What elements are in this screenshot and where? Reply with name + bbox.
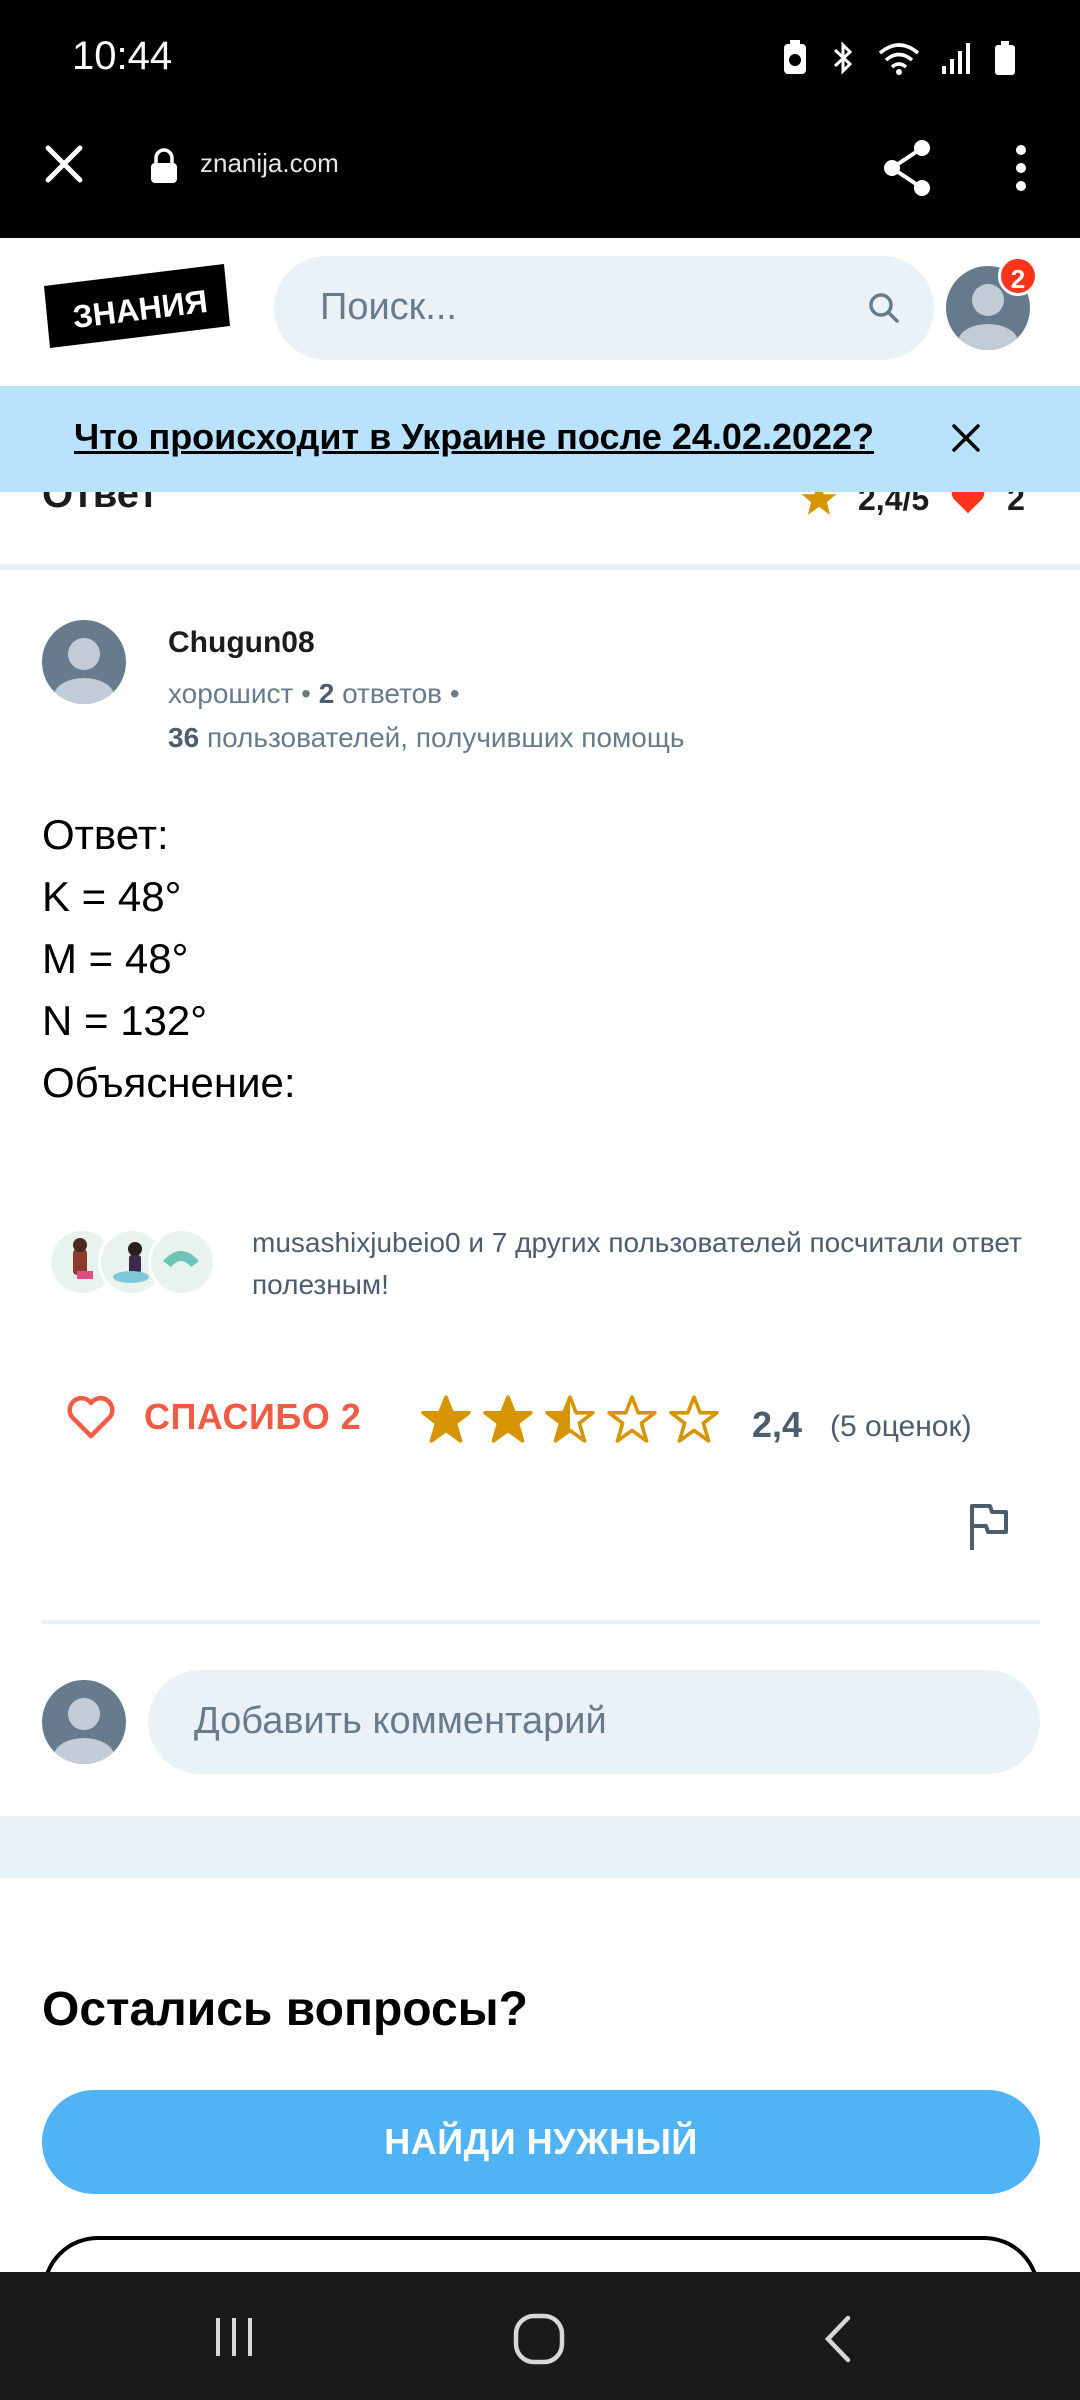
author-helped: 36 пользователей, получивших помощь [168,722,684,754]
home-icon [513,2313,565,2365]
divider [42,1620,1040,1624]
star-icon[interactable] [606,1394,658,1449]
bluetooth-icon [830,40,856,81]
recent-apps-button[interactable] [210,2312,260,2367]
comment-placeholder: Добавить комментарий [194,1700,607,1742]
star-icon[interactable] [482,1394,534,1449]
user-icon [54,638,114,704]
dot-separator: • [301,678,319,709]
flag-icon [970,1504,1008,1550]
recent-apps-icon [216,2318,252,2356]
author-rank: хорошист [168,678,294,709]
wifi-icon [878,41,920,80]
close-icon [952,424,980,452]
back-icon [824,2315,851,2363]
thanks-label: СПАСИБО 2 [144,1396,362,1437]
answer-line: N = 132° [42,997,208,1044]
heart-outline-icon [67,1395,115,1439]
banner-link[interactable]: Что происходит в Украине после 24.02.202… [74,416,874,458]
comment-user-avatar [42,1680,126,1764]
status-time: 10:44 [72,34,173,78]
author-avatar[interactable] [42,620,126,704]
helped-count: 36 [168,722,200,753]
author-meta: хорошист • 2 ответов • [168,678,460,710]
helped-label: пользователей, получивших помощь [206,722,685,753]
answer-line: Ответ: [42,811,169,858]
thanks-button[interactable]: СПАСИБО 2 [66,1394,361,1440]
battery-saver-icon [782,40,808,81]
status-bar: 10:44 [0,0,1080,118]
answer-title: Ответ [42,492,159,516]
star-icon[interactable] [544,1394,596,1449]
helpful-users-avatars [48,1228,228,1298]
battery-icon [994,40,1016,81]
close-tab-button[interactable] [42,142,86,186]
header-likes-value: 2 [1007,492,1025,517]
rating-value: 2,4 [752,1404,803,1445]
helper-avatar [148,1228,216,1296]
header-rating-value: 2,4/5 [858,492,930,517]
answer-header: Ответ 2,4/5 2 [0,492,1080,562]
answer-line: K = 48° [42,873,182,920]
more-vertical-icon [1016,145,1026,191]
home-button[interactable] [512,2312,566,2371]
report-button[interactable] [966,1502,1010,1557]
heart-icon [952,492,985,514]
helpful-text: musashixjubeio0 и 7 других пользователей… [252,1227,1022,1300]
system-nav-bar [0,2272,1080,2400]
share-icon [884,140,930,196]
browser-toolbar: znanija.com [0,118,1080,238]
user-icon [54,1698,114,1764]
rating-stars[interactable] [420,1394,720,1449]
system-icons [782,40,1016,81]
divider [0,564,1080,570]
lock-icon [148,148,180,189]
answer-line: Объяснение: [42,1059,296,1106]
search-bar[interactable]: Поиск... [274,256,934,360]
more-options-button[interactable] [1006,136,1036,205]
find-button[interactable]: НАЙДИ НУЖНЫЙ [42,2090,1040,2194]
notification-badge: 2 [998,256,1038,296]
ukraine-banner: Что происходит в Украине после 24.02.202… [0,386,1080,492]
star-icon[interactable] [668,1394,720,1449]
star-icon [801,492,837,515]
banner-close-button[interactable] [950,422,982,459]
answer-body: Ответ: K = 48° M = 48° N = 132° Объяснен… [42,804,296,1114]
search-placeholder: Поиск... [320,286,457,328]
close-icon [45,145,83,183]
site-logo[interactable]: ЗНАНИЯ [44,264,230,348]
site-header: ЗНАНИЯ Поиск... 2 [0,238,1080,382]
more-questions-title: Остались вопросы? [42,1983,528,2036]
section-divider [0,1816,1080,1878]
answer-line: M = 48° [42,935,189,982]
comment-input[interactable]: Добавить комментарий [148,1670,1040,1774]
back-button[interactable] [818,2312,858,2371]
signal-icon [942,42,972,79]
answers-count: 2 [318,678,335,709]
answer-header-rating: 2,4/5 2 [800,492,1025,518]
search-icon[interactable] [868,292,900,329]
star-icon[interactable] [420,1394,472,1449]
share-button[interactable] [880,136,936,205]
answers-label: ответов [342,678,443,709]
rating-count: (5 оценок) [830,1410,972,1443]
url-text[interactable]: znanija.com [200,148,339,179]
author-name[interactable]: Chugun08 [168,626,315,660]
dot-separator: • [449,678,460,709]
